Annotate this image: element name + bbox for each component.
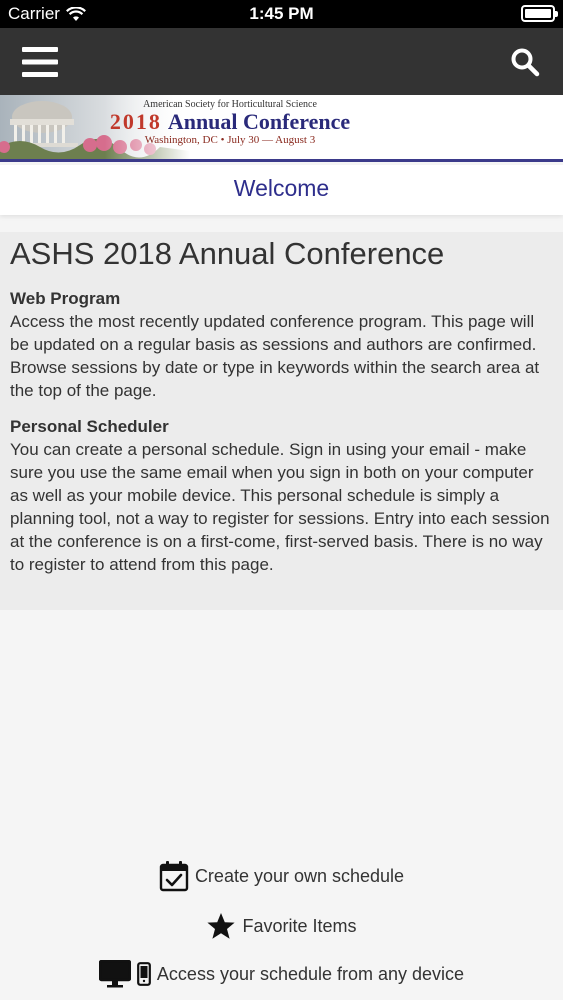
web-program-section: Web Program Access the most recently upd…	[10, 288, 553, 402]
banner-text: American Society for Horticultural Scien…	[70, 99, 390, 146]
feature-label: Access your schedule from any device	[156, 963, 465, 984]
section-body: Access the most recently updated confere…	[10, 312, 540, 400]
feature-label: Create your own schedule	[194, 865, 405, 886]
banner-location-dates: Washington, DC • July 30 — August 3	[144, 134, 316, 146]
feature-item-any-device: Access your schedule from any device	[0, 960, 563, 988]
page-title: ASHS 2018 Annual Conference	[10, 236, 445, 271]
section-title: Personal Scheduler	[10, 417, 169, 436]
mobile-phone-icon	[137, 962, 151, 986]
status-bar: Carrier 1:45 PM	[0, 0, 563, 28]
banner-title: 2018 Annual Conference	[70, 110, 390, 134]
banner-conference-name: Annual Conference	[167, 109, 351, 134]
hamburger-menu-icon	[22, 47, 58, 77]
welcome-header: Welcome	[0, 165, 563, 215]
top-navigation-bar	[0, 28, 563, 95]
personal-scheduler-section: Personal Scheduler You can create a pers…	[10, 416, 553, 576]
star-icon	[206, 912, 236, 940]
search-button[interactable]	[505, 42, 545, 82]
clock: 1:45 PM	[249, 4, 314, 23]
menu-button[interactable]	[20, 42, 60, 82]
conference-banner: American Society for Horticultural Scien…	[0, 95, 563, 162]
battery-icon	[521, 5, 558, 22]
desktop-icon	[98, 960, 131, 988]
feature-label: Favorite Items	[242, 915, 357, 936]
feature-item-favorites: Favorite Items	[0, 912, 563, 940]
section-body: You can create a personal schedule. Sign…	[10, 440, 550, 574]
section-title: Web Program	[10, 289, 121, 308]
banner-year: 2018	[109, 109, 162, 134]
welcome-content: ASHS 2018 Annual Conference Web Program …	[0, 232, 563, 610]
calendar-check-icon	[159, 860, 189, 892]
search-icon	[511, 48, 540, 77]
feature-item-create-schedule: Create your own schedule	[0, 860, 563, 892]
